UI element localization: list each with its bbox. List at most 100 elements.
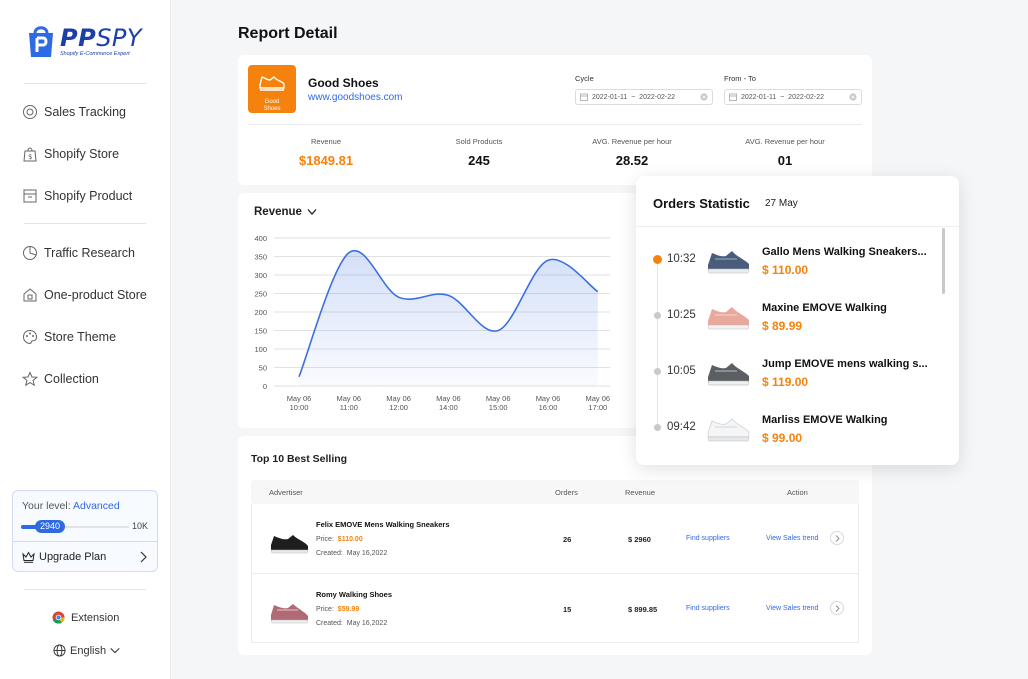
chart-metric-selector[interactable]: Revenue xyxy=(254,206,317,218)
sidebar-item-store-theme[interactable]: Store Theme xyxy=(22,329,116,345)
y-tick-label: 300 xyxy=(254,271,267,280)
product-name: Romy Walking Shoes xyxy=(316,590,392,599)
row-detail-button[interactable] xyxy=(830,601,844,615)
order-item[interactable]: 10:32 Gallo Mens Walking Sneakers... $ 1… xyxy=(636,234,959,290)
y-tick-label: 350 xyxy=(254,253,267,262)
from-to-label: From - To xyxy=(724,74,756,83)
sidebar-item-traffic-research[interactable]: Traffic Research xyxy=(22,245,135,261)
x-tick-label: May 06 xyxy=(536,394,561,403)
metric-avg-revenue: AVG. Revenue per hour 28.52 xyxy=(592,137,672,168)
order-item[interactable]: 10:25 Maxine EMOVE Walking $ 89.99 xyxy=(636,290,959,346)
product-price: Price: $59.99 xyxy=(316,606,360,613)
metric-sold-products: Sold Products 245 xyxy=(455,137,503,168)
palette-icon xyxy=(22,329,38,345)
calendar-icon xyxy=(580,93,588,101)
crown-icon xyxy=(22,551,35,563)
x-tick-label: May 06 xyxy=(287,394,312,403)
x-tick-label: May 06 xyxy=(436,394,461,403)
y-tick-label: 0 xyxy=(263,382,267,391)
store-url-link[interactable]: www.goodshoes.com xyxy=(308,92,403,103)
level-progress-max: 10K xyxy=(131,521,148,531)
user-level-value: Advanced xyxy=(73,500,120,512)
brand-logo[interactable]: PPSPY Shopify E-Commerce Expert xyxy=(26,24,142,58)
order-product-name: Maxine EMOVE Walking xyxy=(762,302,887,314)
product-created: Created: May 16,2022 xyxy=(316,550,388,557)
x-tick-label: May 06 xyxy=(336,394,361,403)
peach-sneaker-image xyxy=(707,307,750,330)
target-icon xyxy=(23,105,37,119)
order-item[interactable]: 09:42 Marliss EMOVE Walking $ 99.00 xyxy=(636,402,959,458)
shopify-bag-icon: $ xyxy=(23,147,37,162)
order-time: 10:05 xyxy=(667,365,696,377)
x-tick-label: 12:00 xyxy=(389,403,408,412)
orders-statistic-popup: Orders Statistic 27 May 10:32 Gallo Mens… xyxy=(636,176,959,465)
view-sales-trend-link[interactable]: View Sales trend xyxy=(766,605,818,612)
page-title: Report Detail xyxy=(238,25,338,42)
x-tick-label: 11:00 xyxy=(340,403,358,412)
language-selector[interactable]: English xyxy=(53,644,121,657)
sneaker-logo-icon xyxy=(259,76,285,91)
sidebar-item-one-product-store[interactable]: One-product Store xyxy=(22,287,147,303)
store-logo: Good Shoes xyxy=(248,65,296,113)
table-body: Felix EMOVE Mens Walking Sneakers Price:… xyxy=(251,504,859,643)
x-tick-label: 17:00 xyxy=(588,403,607,412)
store-summary-card: Good Shoes Good Shoes www.goodshoes.com … xyxy=(238,55,872,185)
brand-tagline: Shopify E-Commerce Expert xyxy=(60,50,130,57)
product-revenue: $ 899.85 xyxy=(628,605,658,614)
y-tick-label: 50 xyxy=(259,364,267,373)
sidebar-item-label: Store Theme xyxy=(44,330,117,344)
col-orders: Orders xyxy=(555,488,578,497)
product-revenue: $ 2960 xyxy=(628,535,651,544)
clear-icon[interactable] xyxy=(700,93,708,101)
x-tick-label: 10:00 xyxy=(290,403,309,412)
order-price: $ 89.99 xyxy=(762,319,803,333)
sidebar-divider xyxy=(24,83,146,84)
chrome-icon xyxy=(52,611,65,624)
brand-name: PPSPY xyxy=(60,23,143,52)
cycle-date-range[interactable]: 2022-01-11 ~ 2022-02-22 xyxy=(575,89,713,105)
order-product-name: Gallo Mens Walking Sneakers... xyxy=(762,246,927,258)
order-price: $ 99.00 xyxy=(762,431,803,445)
product-created: Created: May 16,2022 xyxy=(316,620,388,627)
clear-icon[interactable] xyxy=(849,93,857,101)
sidebar-item-collection[interactable]: Collection xyxy=(22,371,99,387)
x-tick-label: May 06 xyxy=(386,394,411,403)
pink-sneaker-image xyxy=(270,604,309,624)
find-suppliers-link[interactable]: Find suppliers xyxy=(686,605,730,612)
x-tick-label: 14:00 xyxy=(439,403,458,412)
sidebar-divider xyxy=(24,223,146,224)
upgrade-plan-button[interactable]: Upgrade Plan xyxy=(13,541,157,572)
sidebar-item-sales-tracking[interactable]: Sales Tracking xyxy=(22,104,126,120)
user-level-text: Your level: Advanced xyxy=(22,500,120,512)
order-time: 10:25 xyxy=(667,309,696,321)
table-row: Felix EMOVE Mens Walking Sneakers Price:… xyxy=(252,504,858,573)
best-selling-card: Top 10 Best Selling Advertiser Orders Re… xyxy=(238,436,872,655)
sidebar-item-label: Collection xyxy=(44,372,99,386)
row-detail-button[interactable] xyxy=(830,531,844,545)
y-tick-label: 100 xyxy=(254,345,267,354)
x-tick-label: May 06 xyxy=(585,394,610,403)
order-item[interactable]: 10:05 Jump EMOVE mens walking s... $ 119… xyxy=(636,346,959,402)
col-advertiser: Advertiser xyxy=(269,488,303,497)
chevron-right-icon xyxy=(140,551,147,563)
sidebar-item-shopify-product[interactable]: Shopify Product xyxy=(22,188,132,204)
from-to-date-range[interactable]: 2022-01-11 ~ 2022-02-22 xyxy=(724,89,862,105)
order-time: 10:32 xyxy=(667,253,696,265)
sidebar-item-shopify-store[interactable]: $ Shopify Store xyxy=(22,146,119,162)
y-tick-label: 250 xyxy=(254,290,267,299)
extension-link[interactable]: Extension xyxy=(52,611,119,624)
order-product-name: Jump EMOVE mens walking s... xyxy=(762,358,928,370)
star-icon xyxy=(22,371,38,387)
orders-statistic-date: 27 May xyxy=(765,198,798,209)
store-icon xyxy=(23,288,37,302)
view-sales-trend-link[interactable]: View Sales trend xyxy=(766,535,818,542)
blue-sneaker-image xyxy=(707,251,750,274)
find-suppliers-link[interactable]: Find suppliers xyxy=(686,535,730,542)
chevron-down-icon xyxy=(307,209,317,215)
timeline-dot xyxy=(654,424,661,431)
product-orders: 26 xyxy=(563,535,572,544)
order-price: $ 110.00 xyxy=(762,263,809,277)
table-header: Advertiser Orders Revenue Action xyxy=(251,480,859,504)
sidebar-item-label: One-product Store xyxy=(44,288,147,302)
revenue-area-chart: 050100150200250300350400May 0610:00May 0… xyxy=(254,234,610,412)
